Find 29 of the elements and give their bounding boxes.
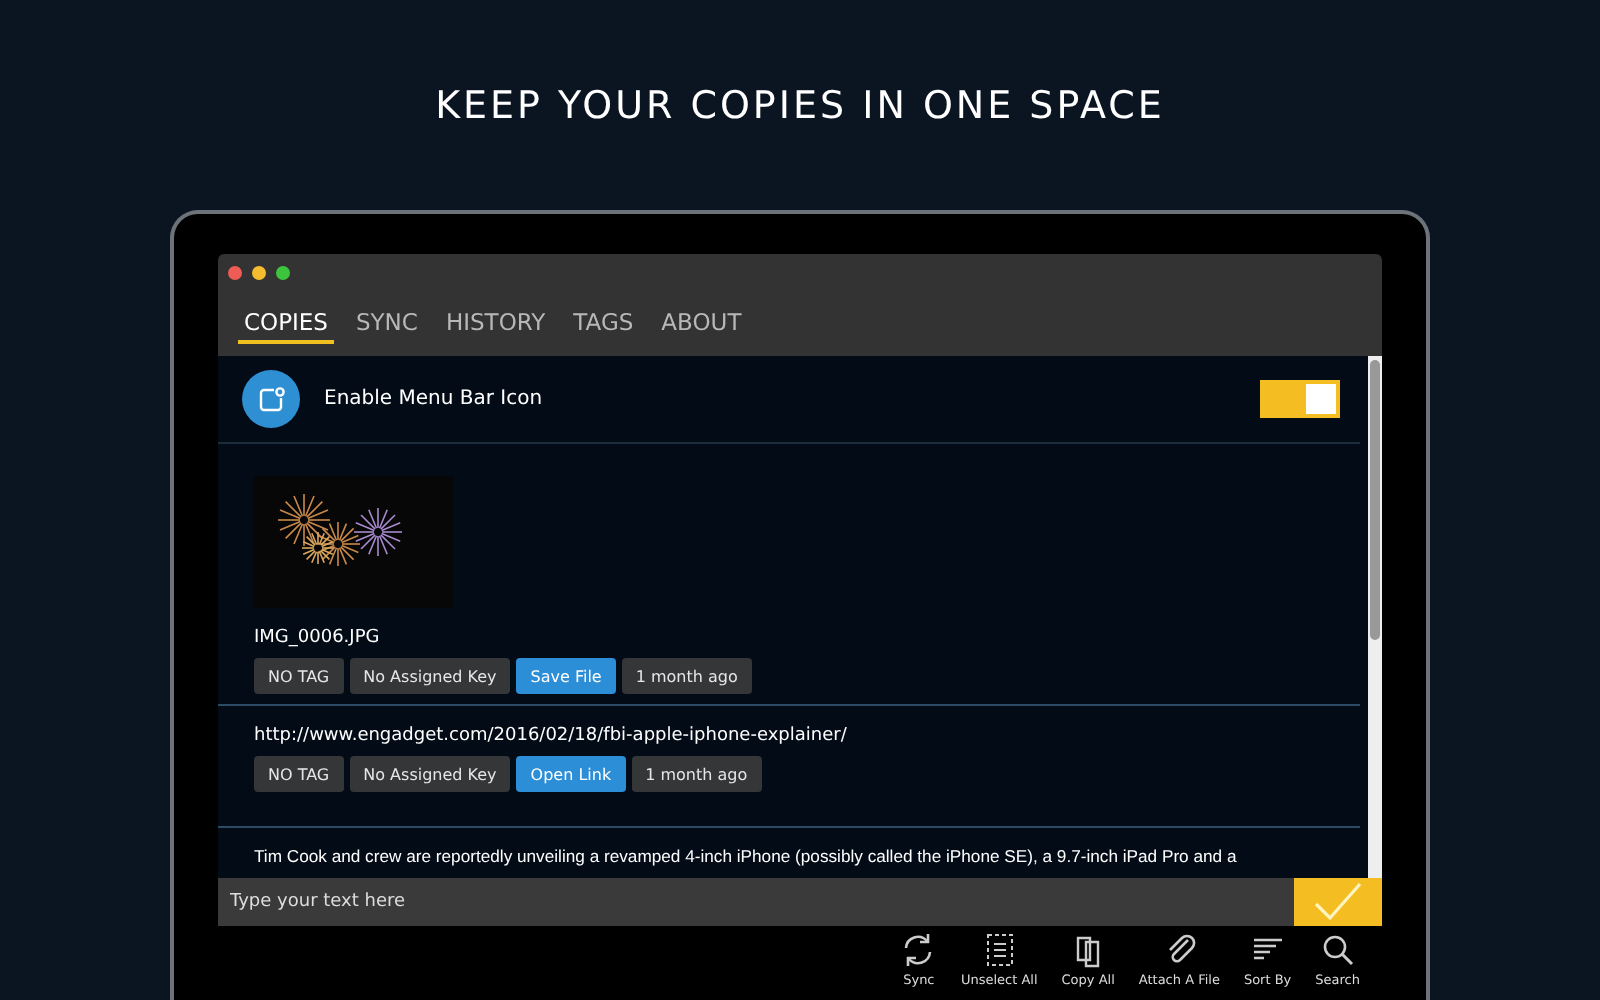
scrollbar[interactable] <box>1368 356 1382 878</box>
tab[interactable]: SYNC <box>349 303 424 343</box>
tag-button[interactable]: NO TAG <box>254 658 344 694</box>
link-url: http://www.engadget.com/2016/02/18/fbi-apple-iphone-explainer/ <box>254 726 849 746</box>
tag-button[interactable]: NO TAG <box>254 756 344 792</box>
copied-text: Tim Cook and crew are reportedly unveiling a revamped 4-inch iPhone (possibly called the iPhone SE), a 9.7-inch iPad Pro and a <box>254 844 1237 868</box>
tab[interactable]: TAGS <box>567 303 640 343</box>
key-button[interactable]: No Assigned Key <box>349 756 511 792</box>
sync-icon <box>900 932 937 968</box>
toggle-switch[interactable] <box>1260 380 1340 418</box>
time-label: 1 month ago <box>631 756 762 792</box>
minimize-button[interactable] <box>252 265 266 279</box>
checkmark-icon <box>1312 880 1364 924</box>
zoom-button[interactable] <box>276 265 290 279</box>
file-name: IMG_0006.JPG <box>254 628 382 648</box>
headline: KEEP YOUR COPIES IN ONE SPACE <box>435 82 1165 130</box>
search-icon <box>1319 932 1356 968</box>
tab[interactable]: COPIES <box>238 303 334 343</box>
setting-label: Enable Menu Bar Icon <box>324 388 545 410</box>
key-button[interactable]: No Assigned Key <box>349 658 511 694</box>
text-input-field[interactable]: Type your text here <box>218 878 1294 926</box>
save-file-button[interactable]: Save File <box>516 658 616 694</box>
dashed-list-icon <box>981 932 1018 968</box>
menu-bar-icon <box>242 370 300 428</box>
time-label: 1 month ago <box>621 658 752 694</box>
tab[interactable]: HISTORY <box>439 303 552 343</box>
tab[interactable]: ABOUT <box>655 303 748 343</box>
open-link-button[interactable]: Open Link <box>516 756 626 792</box>
close-button[interactable] <box>228 265 242 279</box>
